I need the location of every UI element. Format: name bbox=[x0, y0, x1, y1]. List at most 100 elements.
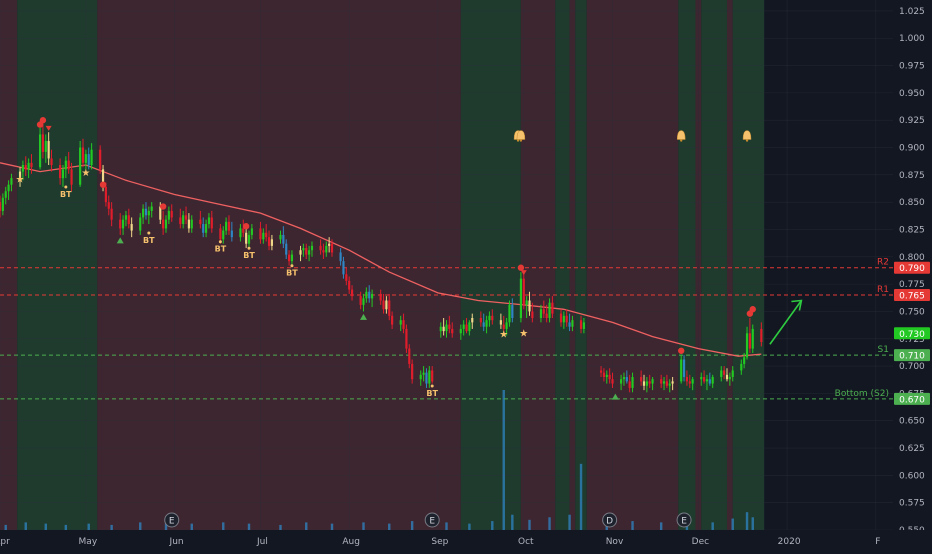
candle-body bbox=[219, 228, 222, 240]
bell-clapper-icon bbox=[519, 139, 523, 142]
candle-body bbox=[388, 300, 391, 316]
candle-body bbox=[531, 311, 534, 318]
candle-body bbox=[265, 232, 268, 238]
candle-body bbox=[720, 370, 723, 378]
candle-body bbox=[488, 315, 491, 321]
candle-body bbox=[202, 224, 205, 233]
bt-label: BT bbox=[215, 245, 227, 254]
candle-body bbox=[302, 248, 305, 251]
candle-body bbox=[167, 210, 170, 220]
bell-icon bbox=[742, 130, 752, 140]
candle-body bbox=[660, 379, 663, 384]
bt-dot bbox=[430, 384, 434, 388]
volume-bar bbox=[279, 524, 282, 530]
price-tick-label: 0.700 bbox=[899, 362, 925, 372]
candle-body bbox=[728, 377, 731, 380]
signal-zone-red bbox=[726, 0, 733, 530]
volume-bar bbox=[659, 522, 663, 530]
candle-body bbox=[61, 169, 65, 179]
time-tick-label: Apr bbox=[0, 537, 10, 547]
candle-body bbox=[402, 320, 405, 329]
candle-body bbox=[330, 243, 334, 253]
volume-bar bbox=[110, 524, 113, 530]
level-name: Bottom (S2) bbox=[835, 389, 889, 399]
candle-body bbox=[104, 186, 107, 203]
candle-body bbox=[382, 300, 385, 310]
candle-body bbox=[559, 313, 563, 323]
candle-body bbox=[743, 357, 746, 364]
candle-body bbox=[290, 254, 294, 262]
candle-body bbox=[21, 165, 24, 172]
candle-body bbox=[239, 228, 242, 238]
candle-body bbox=[751, 328, 754, 349]
sell-signal-dot bbox=[39, 117, 47, 124]
candle-body bbox=[748, 333, 751, 349]
time-tick-label: F bbox=[875, 537, 880, 547]
star-icon: ★ bbox=[519, 329, 528, 340]
candle-body bbox=[628, 381, 631, 388]
level-name: R1 bbox=[877, 285, 889, 295]
bt-dot bbox=[247, 246, 251, 250]
candle-body bbox=[285, 243, 288, 255]
candle-body bbox=[259, 228, 262, 240]
time-tick-label: 2020 bbox=[778, 537, 801, 547]
candle-body bbox=[204, 224, 208, 233]
price-tick-label: 0.975 bbox=[899, 62, 925, 72]
volume-bar bbox=[87, 523, 90, 530]
candle-body bbox=[651, 379, 654, 384]
candle-body bbox=[479, 318, 482, 323]
time-axis[interactable]: Apr May Jun Jul Aug Sep Oct Nov Dec 2020 F bbox=[0, 530, 932, 550]
price-tick-label: 0.925 bbox=[899, 116, 925, 126]
candle-body bbox=[359, 296, 362, 305]
candle-body bbox=[227, 221, 231, 231]
event-label: E bbox=[429, 517, 435, 527]
candle-body bbox=[250, 228, 253, 235]
candle-body bbox=[308, 250, 311, 255]
candle-body bbox=[691, 379, 694, 384]
candle-body bbox=[262, 232, 265, 240]
candle-body bbox=[348, 280, 351, 290]
candle-body bbox=[310, 245, 314, 251]
sell-signal-dot bbox=[677, 347, 685, 354]
candle-body bbox=[339, 252, 342, 262]
price-tick-label: 0.825 bbox=[899, 225, 925, 235]
candle-body bbox=[370, 293, 374, 299]
candle-body bbox=[680, 359, 683, 382]
candle-body bbox=[462, 324, 465, 329]
sell-signal-dot bbox=[99, 181, 107, 188]
candle-body bbox=[522, 278, 525, 305]
candle-body bbox=[1, 197, 4, 211]
candle-body bbox=[745, 333, 749, 358]
price-chart[interactable]: R2 0.790 R1 0.765 S1 0.710 Bottom (S2) 0.670 BT… bbox=[0, 0, 932, 550]
price-axis[interactable]: 1.025 1.000 0.975 0.950 0.925 0.900 0.875 0.850… bbox=[893, 0, 932, 550]
candle-body bbox=[245, 232, 248, 244]
candle-body bbox=[107, 202, 110, 209]
candle-body bbox=[428, 370, 431, 384]
candle-body bbox=[7, 184, 10, 192]
candle-body bbox=[190, 219, 193, 229]
candle-body bbox=[144, 208, 148, 216]
bt-label: BT bbox=[60, 190, 72, 199]
volume-bar bbox=[388, 523, 391, 530]
candle-body bbox=[642, 381, 646, 386]
price-tick-label: 0.950 bbox=[899, 89, 925, 99]
price-tick-label: 0.875 bbox=[899, 171, 925, 181]
candle-body bbox=[545, 313, 548, 318]
candle-body bbox=[525, 300, 528, 305]
volume-bar bbox=[190, 523, 193, 530]
volume-bar bbox=[548, 517, 551, 530]
signal-zone-red bbox=[586, 0, 679, 530]
candle-body bbox=[465, 324, 468, 332]
volume-bar bbox=[139, 522, 142, 530]
candle-body bbox=[622, 377, 626, 380]
price-tick-label: 0.850 bbox=[899, 198, 925, 208]
candle-body bbox=[685, 377, 689, 382]
price-tick-label: 0.900 bbox=[899, 144, 925, 154]
candle-body bbox=[562, 315, 565, 323]
volume-bar bbox=[528, 519, 531, 530]
volume-bar bbox=[468, 523, 471, 530]
candle-body bbox=[579, 320, 583, 329]
candle-body bbox=[142, 208, 145, 218]
candle-body bbox=[665, 381, 668, 386]
candle-body bbox=[700, 377, 703, 380]
